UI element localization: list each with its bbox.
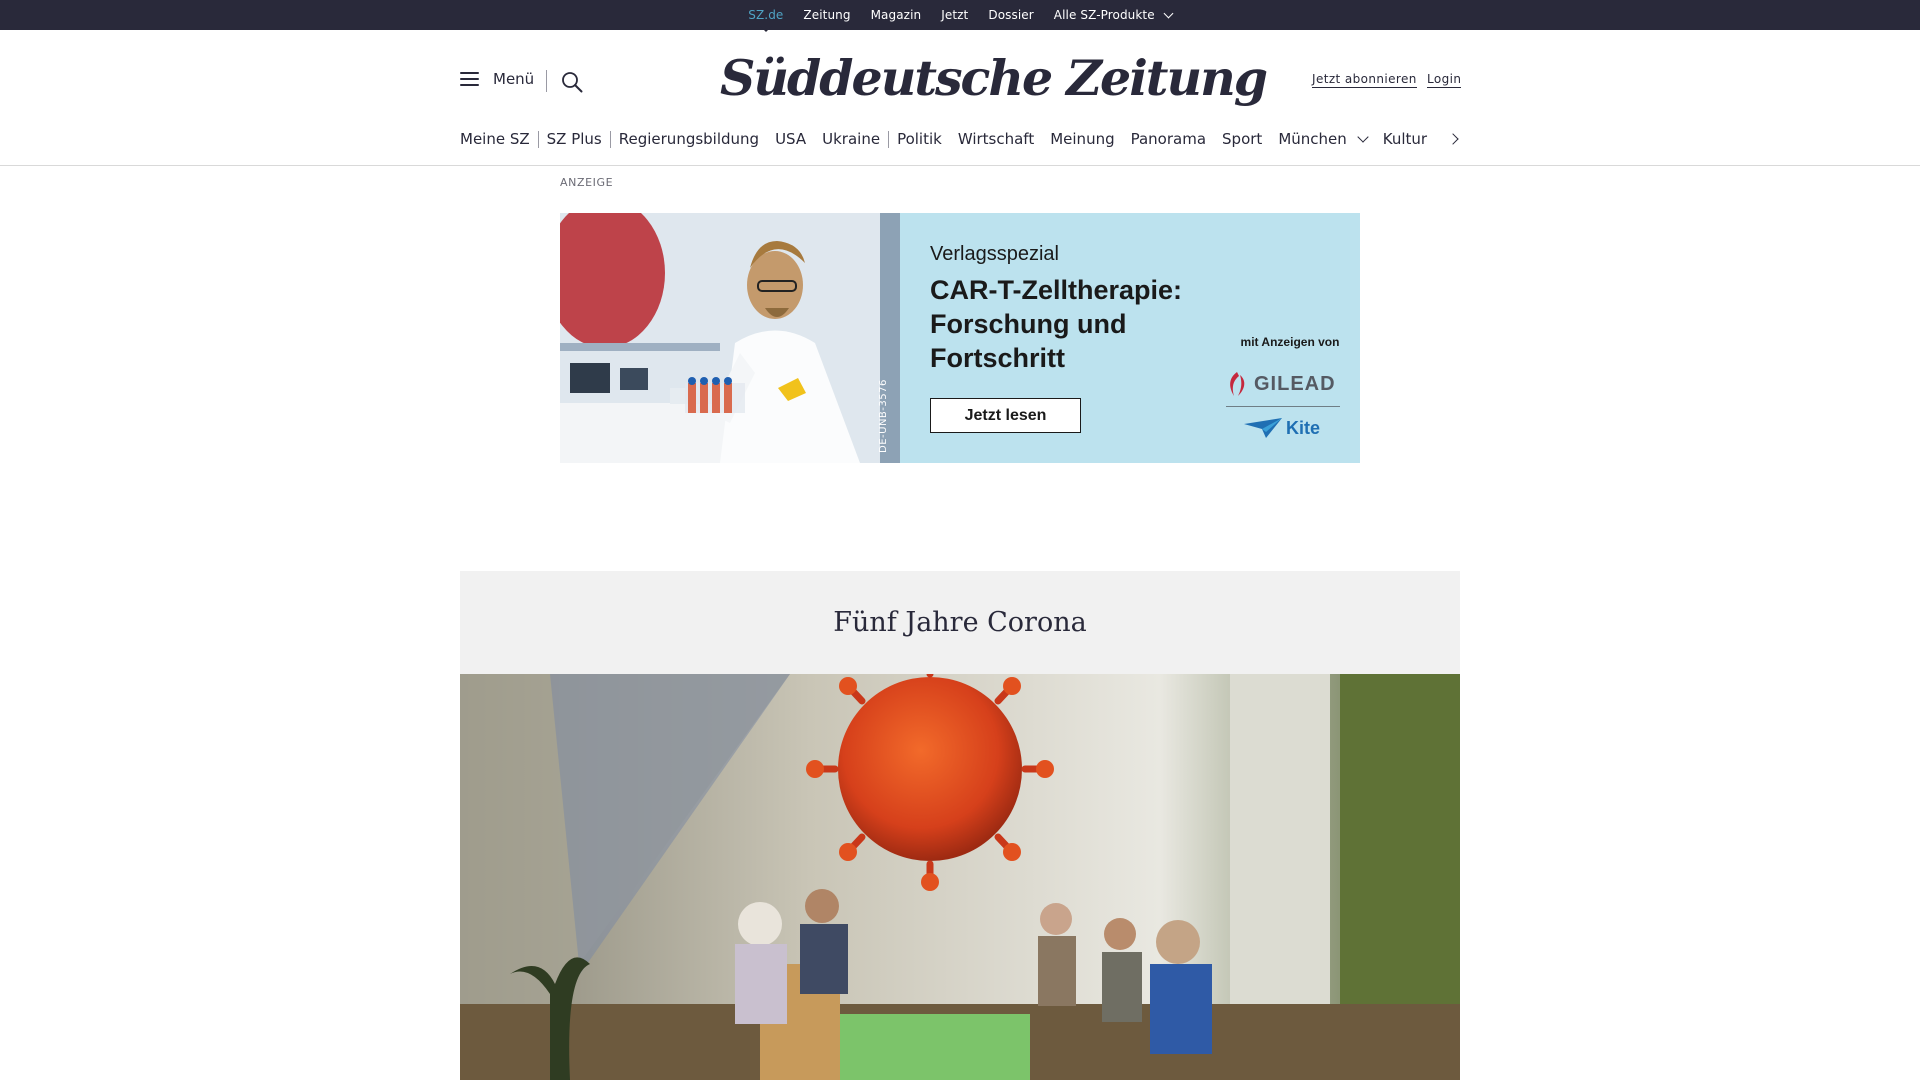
- search-button[interactable]: [561, 71, 583, 93]
- section-link-sport[interactable]: Sport: [1214, 130, 1270, 148]
- gilead-logo: GILEAD: [1226, 369, 1342, 399]
- header-divider: [546, 70, 547, 92]
- menu-label: Menü: [493, 70, 535, 88]
- product-link-sz-de[interactable]: SZ.de: [748, 8, 783, 22]
- site-logo[interactable]: Süddeutsche Zeitung: [720, 46, 1268, 110]
- chevron-down-icon: [1357, 131, 1369, 143]
- chevron-right-icon[interactable]: [1449, 134, 1459, 144]
- product-link-dossier[interactable]: Dossier: [988, 8, 1033, 22]
- corona-illustration: [460, 674, 1460, 1080]
- kite-logo: Kite: [1244, 413, 1334, 443]
- ad-banner[interactable]: DE-UNB-3576 Verlagsspezial CAR-T-Zellthe…: [560, 213, 1360, 463]
- section-nav: Meine SZ SZ Plus Regierungsbildung USA U…: [460, 126, 1435, 152]
- ad-cta-button[interactable]: Jetzt lesen: [930, 398, 1081, 433]
- kite-mark-icon: [1244, 418, 1282, 438]
- gilead-wordmark: GILEAD: [1254, 372, 1336, 395]
- product-nav: SZ.de Zeitung Magazin Jetzt Dossier Alle…: [0, 0, 1920, 30]
- dossier-teaser: Fünf Jahre Corona: [460, 571, 1460, 1080]
- product-dropdown-all[interactable]: Alle SZ-Produkte: [1053, 8, 1174, 22]
- section-link-ukraine[interactable]: Ukraine: [814, 130, 888, 148]
- dossier-image[interactable]: [460, 674, 1460, 1080]
- product-link-jetzt[interactable]: Jetzt: [941, 8, 968, 22]
- ad-code: DE-UNB-3576: [878, 379, 889, 453]
- section-link-regierungsbildung[interactable]: Regierungsbildung: [611, 130, 767, 148]
- section-link-meine-sz[interactable]: Meine SZ: [460, 130, 538, 148]
- product-link-zeitung[interactable]: Zeitung: [803, 8, 850, 22]
- section-link-sz-plus[interactable]: SZ Plus: [539, 130, 610, 148]
- hamburger-icon: [460, 72, 479, 86]
- ad-headline: CAR-T-Zelltherapie: Forschung und Fortsc…: [930, 275, 1183, 373]
- section-link-usa[interactable]: USA: [767, 130, 814, 148]
- section-link-muenchen[interactable]: München: [1270, 130, 1374, 148]
- search-icon: [562, 72, 583, 93]
- section-link-wirtschaft[interactable]: Wirtschaft: [950, 130, 1042, 148]
- product-bar: SZ.de Zeitung Magazin Jetzt Dossier Alle…: [0, 0, 1920, 30]
- login-link[interactable]: Login: [1427, 72, 1462, 88]
- ad-label: ANZEIGE: [560, 176, 614, 189]
- kite-wordmark: Kite: [1286, 417, 1321, 438]
- chevron-down-icon: [1163, 8, 1174, 18]
- section-link-muenchen-label: München: [1278, 130, 1347, 148]
- site-header: Menü Süddeutsche Zeitung Jetzt abonniere…: [0, 30, 1920, 166]
- subscribe-link[interactable]: Jetzt abonnieren: [1312, 72, 1417, 88]
- section-link-politik[interactable]: Politik: [889, 130, 950, 148]
- product-dropdown-label: Alle SZ-Produkte: [1053, 8, 1155, 22]
- ad-photo: DE-UNB-3576: [560, 213, 900, 463]
- product-link-magazin[interactable]: Magazin: [871, 8, 922, 22]
- ad-sponsor-note: mit Anzeigen von: [1240, 335, 1340, 349]
- ad-kicker: Verlagsspezial: [930, 243, 1059, 265]
- gilead-mark-icon: [1230, 372, 1245, 396]
- dossier-title[interactable]: Fünf Jahre Corona: [460, 571, 1460, 674]
- lab-scientist-image: [560, 213, 900, 463]
- menu-button[interactable]: Menü: [460, 70, 534, 88]
- ad-sponsor-divider: [1226, 406, 1340, 407]
- section-link-kultur[interactable]: Kultur: [1375, 130, 1435, 148]
- section-link-meinung[interactable]: Meinung: [1042, 130, 1122, 148]
- section-link-panorama[interactable]: Panorama: [1123, 130, 1214, 148]
